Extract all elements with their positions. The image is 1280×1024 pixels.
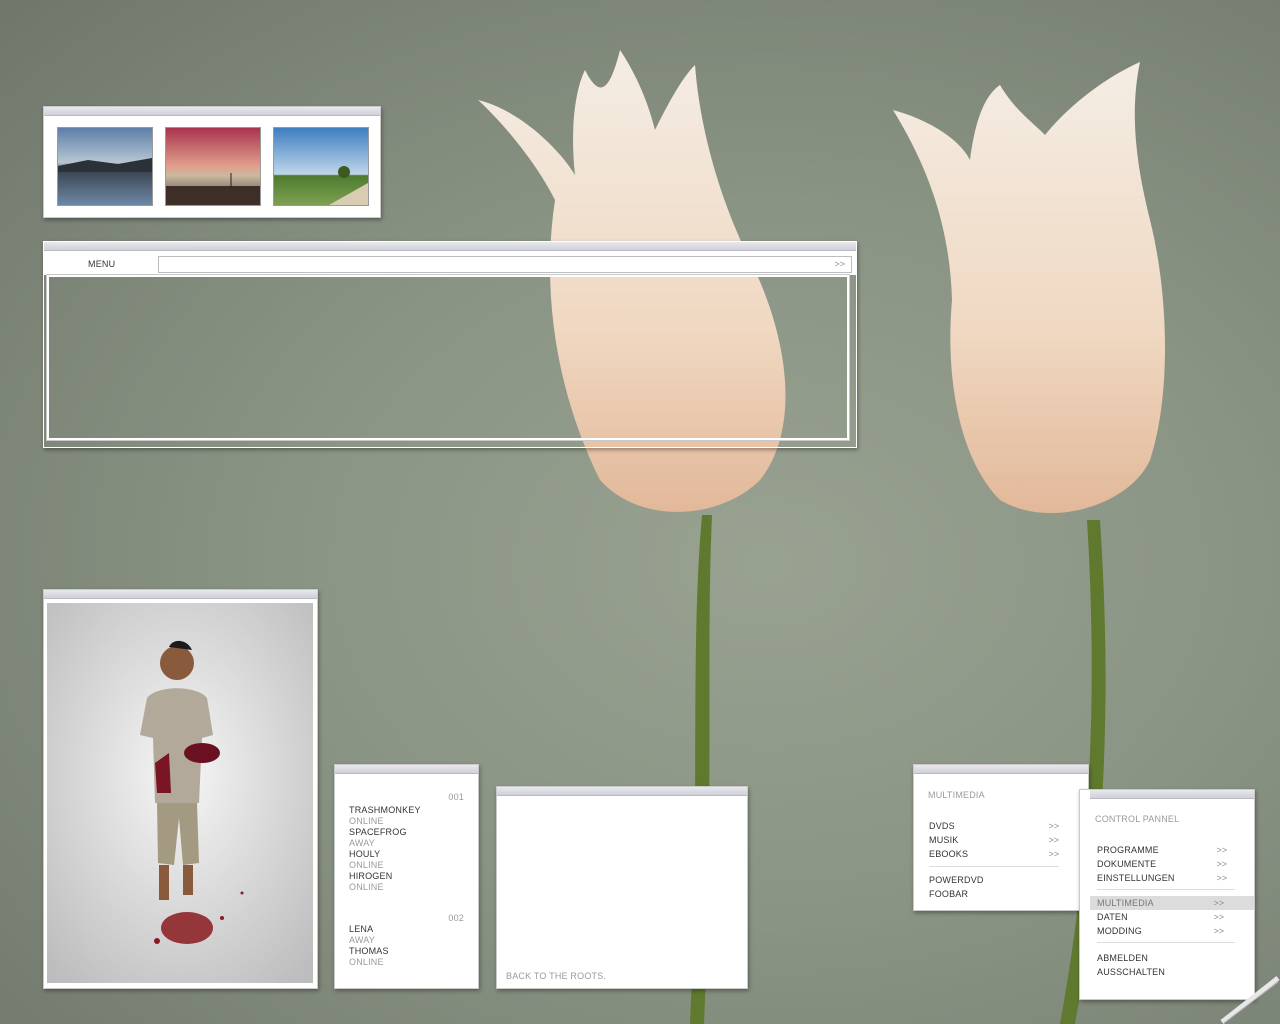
control-list-1: PROGRAMME >> DOKUMENTE >> EINSTELLUNGEN … — [1097, 843, 1227, 885]
image-gallery-panel — [43, 106, 381, 218]
menu-item-modding[interactable]: MODDING >> — [1090, 924, 1254, 938]
multimedia-title: MULTIMEDIA — [928, 790, 985, 800]
menu-label[interactable]: MENU — [88, 259, 115, 269]
chevron-right-icon: >> — [1216, 859, 1227, 869]
person-photo-icon[interactable] — [47, 603, 313, 983]
app-foobar[interactable]: FOOBAR — [929, 887, 1059, 901]
divider — [1097, 942, 1235, 943]
contact-name[interactable]: SPACEFROG — [349, 827, 421, 838]
multimedia-panel: MULTIMEDIA DVDS >> MUSIK >> EBOOKS >> PO… — [913, 764, 1089, 911]
menu-item-musik[interactable]: MUSIK >> — [929, 833, 1059, 847]
gallery-title-bar[interactable] — [44, 107, 380, 116]
contact-status: AWAY — [349, 935, 375, 945]
menu-item-label: PROGRAMME — [1097, 845, 1159, 855]
chevron-right-icon: >> — [1216, 873, 1227, 883]
menu-item-ausschalten[interactable]: AUSSCHALTEN — [1097, 965, 1165, 979]
menu-item-label: DVDS — [929, 821, 955, 831]
notes-panel: BACK TO THE ROOTS. — [496, 786, 748, 989]
menu-item-einstellungen[interactable]: EINSTELLUNGEN >> — [1097, 871, 1227, 885]
contact-group-2: LENA AWAY THOMAS ONLINE — [349, 924, 389, 968]
contact-name[interactable]: HOULY — [349, 849, 421, 860]
chevron-right-icon: >> — [1048, 835, 1059, 845]
menu-item-label: MUSIK — [929, 835, 959, 845]
chevron-right-icon: >> — [1048, 849, 1059, 859]
menu-item-dokumente[interactable]: DOKUMENTE >> — [1097, 857, 1227, 871]
menu-go-button[interactable]: >> — [834, 259, 845, 269]
control-list-3: ABMELDEN AUSSCHALTEN — [1097, 951, 1165, 979]
contact-status: ONLINE — [349, 957, 384, 967]
app-powerdvd[interactable]: POWERDVD — [929, 873, 1059, 887]
divider — [1097, 889, 1235, 890]
control-panel: CONTROL PANNEL PROGRAMME >> DOKUMENTE >>… — [1079, 789, 1255, 1000]
menu-item-ebooks[interactable]: EBOOKS >> — [929, 847, 1059, 861]
contacts-panel: 001 TRASHMONKEY ONLINE SPACEFROG AWAY HO… — [334, 764, 479, 989]
resize-grip-icon[interactable] — [1216, 974, 1280, 1024]
contacts-title-bar[interactable] — [335, 765, 478, 774]
contact-name[interactable]: TRASHMONKEY — [349, 805, 421, 816]
chevron-right-icon: >> — [1213, 912, 1224, 922]
divider — [929, 866, 1059, 867]
chevron-right-icon: >> — [1216, 845, 1227, 855]
contact-group-number: 002 — [448, 913, 464, 923]
contact-status: ONLINE — [349, 882, 384, 892]
control-panel-title: CONTROL PANNEL — [1095, 814, 1180, 824]
menu-panel: MENU >> — [43, 241, 857, 448]
multimedia-title-bar[interactable] — [914, 765, 1088, 774]
control-title-bar[interactable] — [1090, 790, 1254, 799]
notes-text: BACK TO THE ROOTS. — [506, 971, 607, 981]
menu-item-label: EINSTELLUNGEN — [1097, 873, 1175, 883]
chevron-right-icon: >> — [1213, 898, 1224, 908]
multimedia-list: DVDS >> MUSIK >> EBOOKS >> POWERDVD FOOB… — [929, 819, 1059, 901]
menu-item-label: DOKUMENTE — [1097, 859, 1157, 869]
contact-name[interactable]: THOMAS — [349, 946, 389, 957]
menu-title-bar[interactable] — [44, 242, 856, 251]
contact-name[interactable]: HIROGEN — [349, 871, 421, 882]
photo-title-bar[interactable] — [44, 590, 317, 599]
menu-item-label: MODDING — [1097, 926, 1142, 936]
chevron-right-icon: >> — [1213, 926, 1224, 936]
menu-item-abmelden[interactable]: ABMELDEN — [1097, 951, 1165, 965]
landscape-lake-icon[interactable] — [57, 127, 153, 206]
menu-item-dvds[interactable]: DVDS >> — [929, 819, 1059, 833]
menu-item-label: MULTIMEDIA — [1097, 898, 1154, 908]
contact-group-number: 001 — [448, 792, 464, 802]
photo-panel — [43, 589, 318, 989]
contact-status: AWAY — [349, 838, 375, 848]
control-list-2: MULTIMEDIA >> DATEN >> MODDING >> — [1090, 896, 1254, 938]
menu-item-daten[interactable]: DATEN >> — [1090, 910, 1254, 924]
landscape-field-icon[interactable] — [273, 127, 369, 206]
menu-content-area — [46, 274, 850, 441]
menu-item-label: EBOOKS — [929, 849, 969, 859]
contact-name[interactable]: LENA — [349, 924, 389, 935]
contact-group-1: TRASHMONKEY ONLINE SPACEFROG AWAY HOULY … — [349, 805, 421, 893]
contact-status: ONLINE — [349, 816, 384, 826]
right-tulip-flower — [893, 62, 1165, 514]
menu-item-label: DATEN — [1097, 912, 1128, 922]
menu-item-multimedia[interactable]: MULTIMEDIA >> — [1090, 896, 1254, 910]
notes-title-bar[interactable] — [497, 787, 747, 796]
menu-item-programme[interactable]: PROGRAMME >> — [1097, 843, 1227, 857]
menu-input[interactable]: >> — [158, 256, 852, 273]
landscape-sunset-icon[interactable] — [165, 127, 261, 206]
chevron-right-icon: >> — [1048, 821, 1059, 831]
contact-status: ONLINE — [349, 860, 384, 870]
